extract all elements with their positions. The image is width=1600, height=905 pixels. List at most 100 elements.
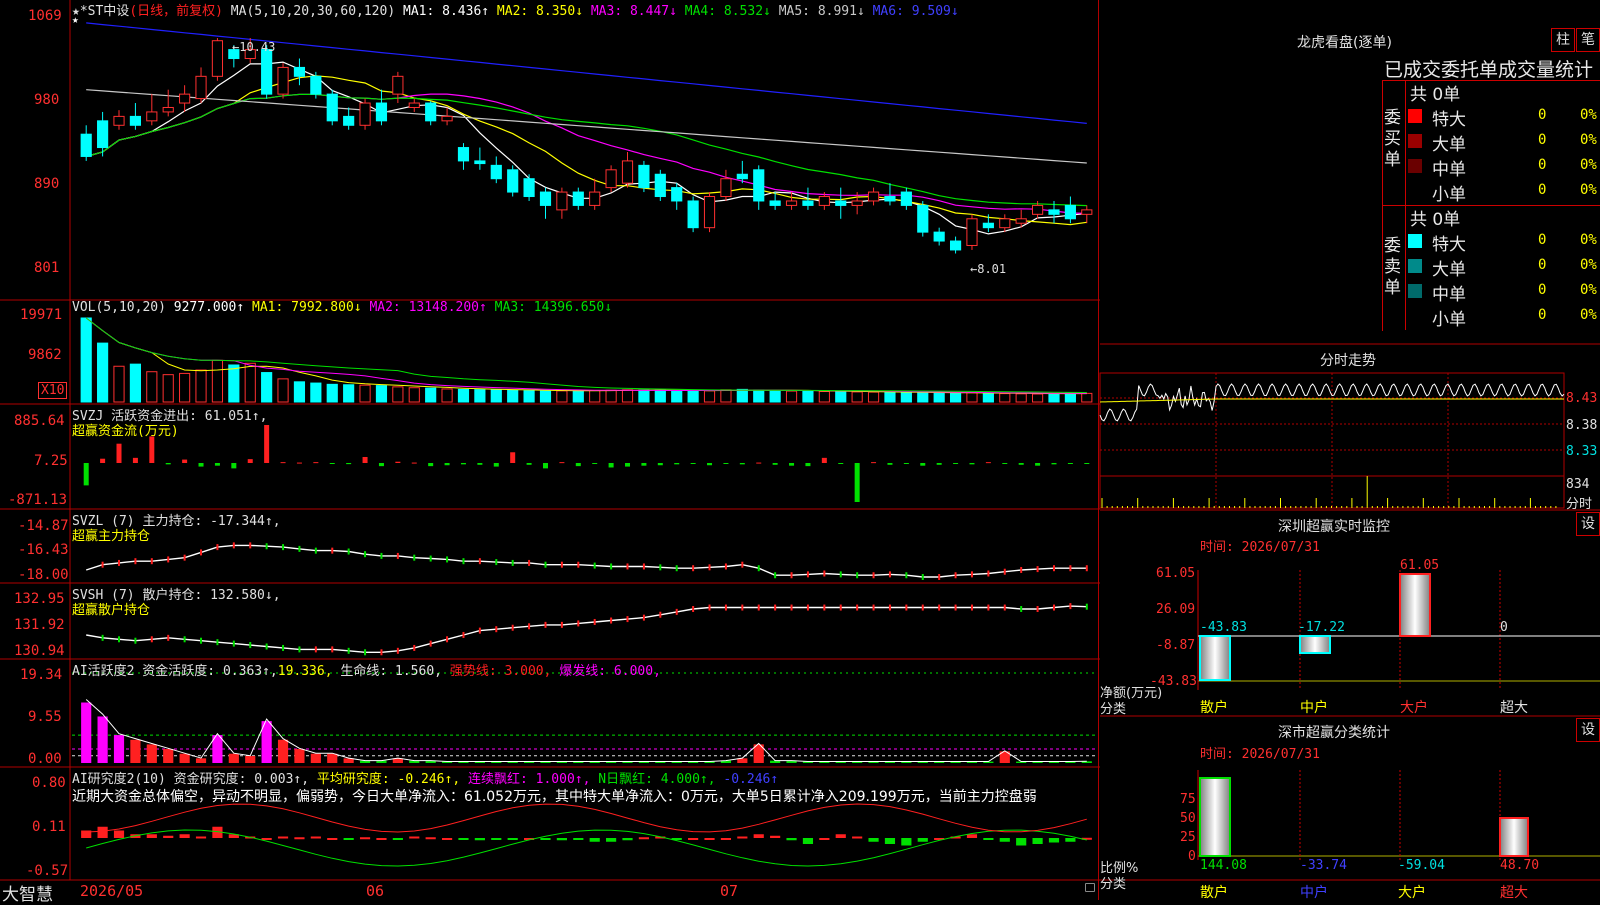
- volume-bar: [556, 390, 568, 403]
- candle-body: [654, 173, 666, 198]
- volume-bar: [293, 381, 306, 403]
- svzj-bar: [1018, 463, 1024, 465]
- candle-body: [933, 231, 945, 242]
- row-pct: 0%: [1580, 257, 1597, 273]
- ai-active-ytick-2: 0.00: [28, 751, 62, 767]
- ai-research-bar: [97, 826, 108, 838]
- x-label-1: 06: [366, 882, 385, 900]
- intraday-ytick-1: 8.38: [1566, 418, 1598, 433]
- row-count: 0: [1538, 107, 1547, 123]
- ai-research-bar: [852, 836, 863, 839]
- volume-bar: [425, 387, 437, 403]
- tick-view-button[interactable]: 笔: [1576, 28, 1600, 52]
- row-count: 0: [1538, 132, 1547, 148]
- volume-bar: [703, 390, 716, 403]
- candle-body: [703, 196, 716, 229]
- main-ytick-3: 801: [34, 260, 60, 276]
- ai-active-bar: [113, 735, 125, 763]
- svzj-bar: [362, 456, 368, 463]
- ai-active-h2: 19.336,: [277, 664, 333, 679]
- volume-bar: [375, 385, 388, 403]
- buy-side-label: 委买单: [1384, 108, 1401, 170]
- candle-body: [195, 75, 207, 100]
- class-cat-axis: 分类: [1100, 877, 1127, 892]
- ai-research-ytick-1: 0.11: [32, 819, 66, 835]
- volume-bar: [408, 387, 420, 403]
- volume-bar: [343, 384, 355, 403]
- row-name: 大单: [1432, 135, 1466, 155]
- ai-research-bar: [1048, 838, 1060, 843]
- volume-bar: [1032, 393, 1044, 403]
- svzj-bar: [1084, 463, 1090, 464]
- svzj-bar: [83, 463, 89, 486]
- x-label-0: 2026/05: [80, 882, 144, 900]
- svzj-bar: [231, 463, 237, 469]
- ai-research-h1[interactable]: AI研究度2(10) 资金研究度: 0.003↑,: [72, 772, 309, 787]
- brand-label: 大智慧: [2, 885, 53, 905]
- row-pct: 0%: [1580, 107, 1597, 123]
- candle-body: [490, 164, 502, 180]
- class-settings-button[interactable]: 设: [1576, 718, 1600, 742]
- class-cat-0: 散户: [1200, 885, 1228, 901]
- svsh-ytick-0: 132.95: [14, 591, 65, 607]
- period-label[interactable]: (日线，前复权): [129, 4, 223, 19]
- candle-body: [605, 169, 617, 189]
- ai-research-bar: [688, 838, 699, 840]
- ai-research-bar: [179, 834, 190, 838]
- bar-view-button[interactable]: 柱: [1551, 28, 1575, 52]
- candle-body: [867, 191, 880, 202]
- row-name: 中单: [1432, 160, 1466, 180]
- chart-canvas: [0, 0, 1600, 900]
- ma-params: MA(5,10,20,30,60,120): [230, 4, 396, 19]
- ai-research-bar: [146, 834, 157, 838]
- svzj-bar: [149, 436, 155, 463]
- svzj-bar: [280, 462, 286, 464]
- volume-bar: [392, 386, 404, 403]
- vol-title[interactable]: VOL(5,10,20): [72, 300, 166, 315]
- volume-bar: [572, 390, 584, 403]
- candle-body: [113, 115, 125, 126]
- sell-side-label: 委卖单: [1384, 236, 1401, 298]
- svzj-bar: [395, 461, 401, 463]
- main-header: ★*ST中设(日线，前复权) MA(5,10,20,30,60,120) MA1…: [72, 0, 959, 19]
- monitor-ytick-0: 61.05: [1156, 566, 1196, 581]
- class-bar-xl: [1499, 817, 1529, 857]
- ai-research-bar: [1016, 838, 1027, 846]
- candle-body: [720, 178, 732, 198]
- row-pct: 0%: [1580, 282, 1597, 298]
- ai-active-h1[interactable]: AI活跃度2 资金活跃度: 0.363↑,: [72, 664, 278, 679]
- svzj-bar: [411, 462, 417, 464]
- row-count: 0: [1538, 232, 1547, 248]
- ma-line-5: [86, 89, 1087, 164]
- volume-bar: [474, 389, 486, 403]
- candle-body: [1048, 209, 1060, 215]
- stock-name[interactable]: ★*ST中设: [72, 4, 129, 19]
- ai-active-h3: 生命线: 1.560,: [340, 664, 442, 679]
- ai-active-bar: [179, 753, 190, 763]
- candle-body: [523, 178, 535, 198]
- vol-value: 9277.000↑: [173, 300, 245, 315]
- candle-body: [572, 191, 584, 206]
- volume-bar: [605, 389, 617, 403]
- volume-bar: [867, 391, 880, 403]
- ai-research-h4: N日飘红: 4.000↑,: [598, 772, 716, 787]
- class-cat-1: 中户: [1300, 885, 1328, 901]
- candle-body: [802, 200, 814, 206]
- candle-body: [277, 66, 289, 95]
- monitor-settings-button[interactable]: 设: [1576, 512, 1600, 536]
- svzj-subtitle: 超赢资金流(万元): [72, 424, 179, 439]
- ai-research-bar: [409, 836, 420, 839]
- volume-bar: [1048, 393, 1060, 403]
- svzl-ytick-0: -14.87: [18, 518, 69, 534]
- candle-body: [966, 218, 978, 246]
- volume-bar: [441, 388, 453, 403]
- ai-research-bar: [868, 838, 879, 842]
- svzj-bar: [608, 463, 614, 468]
- ai-active-header: AI活跃度2 资金活跃度: 0.363↑,19.336, 生命线: 1.560,…: [72, 660, 661, 679]
- svzj-bar: [871, 462, 877, 464]
- svzl-ytick-2: -18.00: [18, 567, 69, 583]
- candle-body: [146, 111, 158, 122]
- intraday-title: 分时走势: [1320, 353, 1376, 369]
- row-count: 0: [1538, 182, 1547, 198]
- ai-active-chart: [72, 672, 1095, 763]
